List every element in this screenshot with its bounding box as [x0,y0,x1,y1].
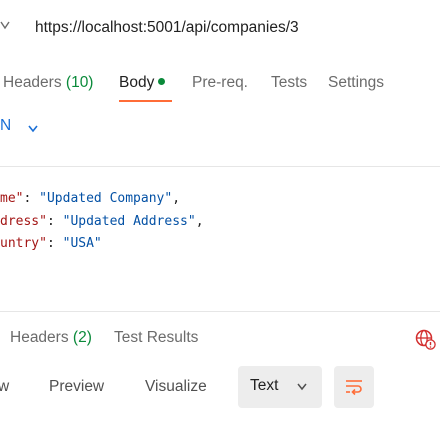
response-view-toolbar: w Preview Visualize Text [0,366,440,410]
code-line: dress": "Updated Address", [0,211,204,233]
response-tab-headers[interactable]: Headers (2) [10,327,92,349]
json-key: dress" [0,214,47,229]
view-visualize-button[interactable]: Visualize [145,366,207,408]
chevron-down-icon [297,383,307,391]
tab-headers[interactable]: Headers (10) [3,72,93,102]
globe-alert-icon[interactable] [414,328,436,350]
request-body-editor[interactable]: me": "Updated Company", dress": "Updated… [0,186,440,266]
view-pretty-button[interactable]: w [0,366,9,408]
tab-tests[interactable]: Tests [271,72,307,102]
tab-settings[interactable]: Settings [328,72,384,102]
code-line: me": "Updated Company", [0,188,180,210]
json-separator: : [46,236,63,251]
modified-dot [158,78,166,86]
body-format-select[interactable]: N [0,117,38,141]
tab-pre-request[interactable]: Pre-req. [192,72,248,102]
json-value: "Updated Company" [39,191,173,206]
json-comma: , [195,214,204,229]
json-separator: : [46,214,63,229]
request-tabs: Headers (10) Body Pre-req. Tests Setting… [0,72,440,106]
tab-body[interactable]: Body [119,72,166,102]
tab-headers-count: (10) [65,74,94,91]
response-tab-headers-label: Headers [10,329,69,346]
json-key: me" [0,191,24,206]
body-format-label: N [0,117,12,134]
wrap-lines-button[interactable] [334,366,374,408]
divider [0,166,440,167]
tab-body-label: Body [119,74,155,91]
json-key: untry" [0,236,47,251]
chevron-down-icon [28,125,38,133]
json-comma: , [172,191,181,206]
response-tab-headers-count: (2) [72,329,92,346]
wrap-lines-icon [346,380,362,396]
json-separator: : [23,191,40,206]
json-value: "USA" [62,236,102,251]
code-line: untry": "USA" [0,233,102,255]
language-select[interactable]: Text [238,366,322,408]
json-value: "Updated Address" [62,214,196,229]
url-bar: https://localhost:5001/api/companies/3 [0,0,440,58]
chevron-down-icon[interactable] [0,20,12,34]
language-label: Text [250,377,279,394]
response-tab-test-results[interactable]: Test Results [114,327,198,349]
response-tabs: Headers (2) Test Results [0,327,440,353]
tab-headers-label: Headers [3,74,62,91]
view-preview-button[interactable]: Preview [49,366,104,408]
divider [0,311,440,312]
url-input[interactable]: https://localhost:5001/api/companies/3 [35,19,299,37]
active-tab-underline [119,100,172,102]
